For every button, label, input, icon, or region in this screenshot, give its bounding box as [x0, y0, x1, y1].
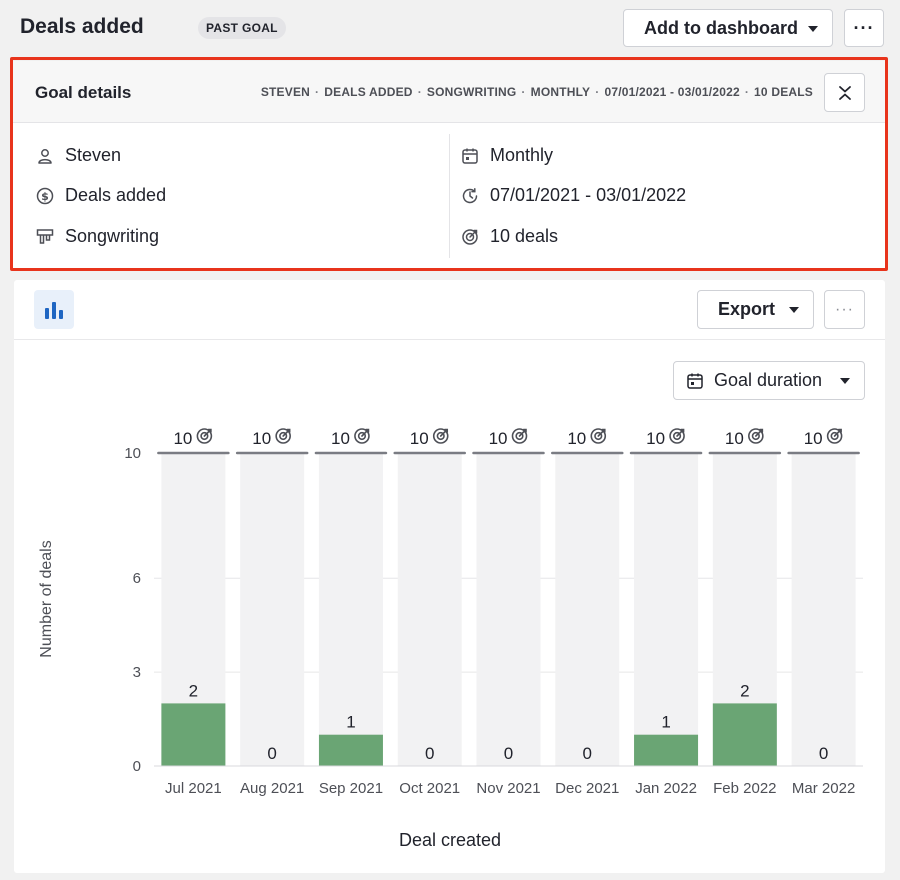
chevron-down-icon [808, 26, 818, 32]
summary-pipeline: SONGWRITING [426, 85, 517, 99]
target-icon [460, 227, 480, 247]
value-bar [318, 734, 383, 766]
deals-bar-chart: Number of deals Deal created 03610102Jul… [38, 428, 863, 850]
pipeline-value: Songwriting [65, 226, 160, 246]
detail-pipeline: Songwriting [35, 226, 159, 247]
detail-assignee: Steven [35, 145, 121, 166]
detail-interval: Monthly [460, 145, 553, 166]
assignee-value: Steven [65, 145, 122, 165]
x-tick-label: Dec 2021 [555, 780, 619, 797]
target-icon [826, 428, 843, 444]
data-label: 0 [267, 744, 276, 763]
goal-details-title: Goal details [35, 83, 132, 102]
goal-value-label: 10 [725, 429, 744, 448]
svg-text:$: $ [41, 190, 49, 203]
more-options-button[interactable]: ··· [844, 9, 884, 47]
summary-target: 10 DEALS [754, 85, 813, 99]
target-icon [275, 428, 291, 444]
add-to-dashboard-button[interactable]: Add to dashboard [623, 9, 833, 47]
chart-card: Export ··· Goal duration Number of deals… [14, 280, 885, 873]
page-title: Deals added [20, 15, 144, 38]
summary-assignee: STEVEN [260, 85, 311, 99]
y-tick-label: 6 [133, 570, 141, 587]
target-icon [354, 428, 370, 444]
value-bar [161, 703, 226, 766]
target-icon [511, 428, 528, 444]
data-label: 2 [740, 681, 749, 700]
x-tick-label: Sep 2021 [319, 780, 383, 797]
collapse-details-button[interactable] [824, 73, 865, 112]
calendar-icon [460, 146, 480, 166]
detail-goal-type: $ Deals added [35, 185, 166, 206]
goal-details-header: Goal details STEVEN · DEALS ADDED · SONGWRIT… [13, 61, 885, 123]
goal-bar-background [476, 453, 541, 766]
data-label: 0 [425, 744, 434, 763]
value-bar [634, 734, 699, 766]
goal-value-label: 10 [331, 429, 350, 448]
target-icon [669, 428, 685, 444]
detail-period: 07/01/2021 - 03/01/2022 [460, 185, 686, 206]
data-label: 2 [189, 681, 198, 700]
target-icon [196, 428, 213, 444]
x-tick-label: Aug 2021 [240, 780, 304, 797]
top-bar: Deals added PAST GOAL Add to dashboard ·… [0, 0, 900, 56]
interval-value: Monthly [490, 145, 554, 165]
data-label: 0 [819, 744, 828, 763]
goal-value-label: 10 [567, 429, 586, 448]
target-icon [590, 428, 607, 444]
period-value: 07/01/2021 - 03/01/2022 [490, 185, 687, 205]
clock-history-icon [460, 186, 480, 206]
goal-value-label: 10 [646, 429, 665, 448]
x-tick-label: Feb 2022 [713, 780, 776, 797]
target-icon [432, 428, 449, 444]
data-label: 0 [583, 744, 592, 763]
y-tick-label: 0 [133, 758, 141, 775]
target-icon [748, 428, 764, 444]
summary-interval: MONTHLY [530, 85, 591, 99]
y-axis-title: Number of deals [38, 540, 55, 657]
x-tick-label: Oct 2021 [399, 780, 460, 797]
data-label: 1 [661, 713, 670, 732]
goal-type-value: Deals added [65, 185, 167, 205]
status-badge: PAST GOAL [198, 17, 286, 39]
x-tick-label: Nov 2021 [476, 780, 540, 797]
goal-value-label: 10 [173, 429, 192, 448]
goal-bar-background [791, 453, 856, 766]
goal-details-panel: Goal details STEVEN · DEALS ADDED · SONGWRIT… [13, 61, 885, 268]
y-tick-label: 3 [133, 664, 141, 681]
x-tick-label: Jul 2021 [165, 780, 222, 797]
value-bar [712, 703, 777, 766]
user-icon [35, 146, 55, 166]
target-value: 10 deals [490, 226, 559, 246]
detail-target: 10 deals [460, 226, 558, 247]
goal-value-label: 10 [252, 429, 271, 448]
x-axis-title: Deal created [399, 830, 501, 850]
goal-value-label: 10 [804, 429, 823, 448]
goal-bar-background [555, 453, 620, 766]
y-tick-label: 10 [124, 445, 141, 462]
goal-summary: STEVEN · DEALS ADDED · SONGWRITING · MONTHLY · 0… [260, 85, 813, 99]
add-to-dashboard-label: Add to dashboard [644, 17, 798, 38]
pipeline-icon [35, 227, 55, 247]
data-label: 0 [504, 744, 513, 763]
dollar-circle-icon: $ [35, 186, 55, 206]
data-label: 1 [346, 713, 355, 732]
goal-value-label: 10 [489, 429, 508, 448]
x-tick-label: Jan 2022 [635, 780, 697, 797]
x-tick-label: Mar 2022 [792, 780, 855, 797]
goal-details-divider [449, 134, 450, 258]
goal-value-label: 10 [410, 429, 429, 448]
goal-bar-background [240, 453, 305, 766]
goal-bar-background [397, 453, 462, 766]
summary-period: 07/01/2021 - 03/01/2022 [604, 85, 740, 99]
summary-goal-type: DEALS ADDED [324, 85, 413, 99]
collapse-icon [838, 85, 851, 100]
